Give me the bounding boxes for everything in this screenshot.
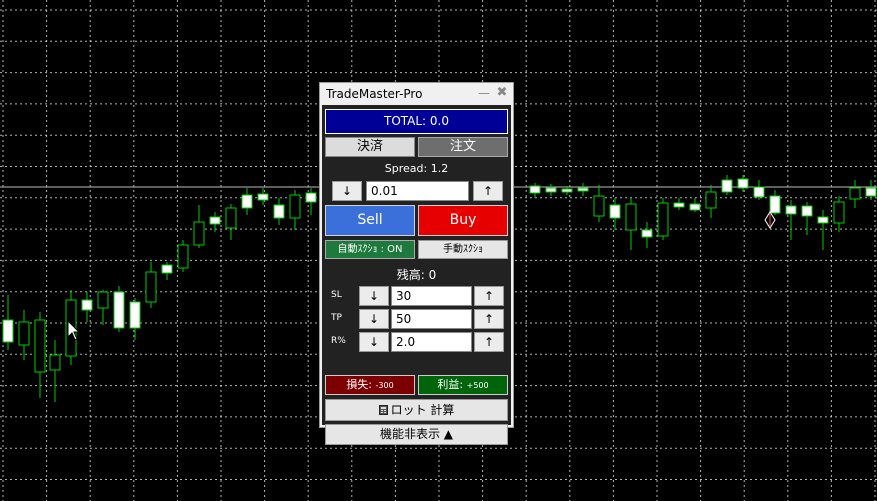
candle-body — [145, 271, 157, 303]
candle-body — [161, 264, 173, 274]
minimize-icon[interactable]: — — [478, 86, 490, 100]
lot-calc-button[interactable]: ロット 計算 — [325, 399, 508, 421]
candle-body — [625, 203, 637, 231]
candle-body — [801, 205, 813, 217]
lot-calc-label: ロット 計算 — [390, 403, 455, 417]
sl-label: SL — [331, 290, 342, 300]
loss-value: -300 — [375, 381, 394, 390]
candle-body — [2, 319, 14, 343]
calculator-icon — [378, 405, 388, 415]
panel-titlebar[interactable]: TradeMaster-Pro — ✖ — [320, 83, 513, 105]
mouse-cursor-icon — [67, 320, 81, 341]
panel-body: TOTAL: 0.0 決済 注文 Spread: 1.2 ↓ 0.01 ↑ Se… — [322, 105, 511, 445]
candle-body — [49, 354, 61, 371]
candle-body — [641, 229, 653, 238]
profit-value: +500 — [466, 381, 489, 390]
risk-decrease-button[interactable]: ↓ — [359, 332, 389, 352]
tab-settle[interactable]: 決済 — [325, 137, 415, 157]
sell-button[interactable]: Sell — [325, 205, 415, 236]
candle-body — [657, 202, 669, 237]
tp-decrease-button[interactable]: ↓ — [359, 309, 389, 329]
sl-decrease-button[interactable]: ↓ — [359, 286, 389, 306]
candle-body — [529, 185, 541, 194]
candle-body — [97, 291, 109, 309]
risk-increase-button[interactable]: ↑ — [474, 332, 504, 352]
candle-body — [737, 178, 749, 189]
sl-increase-button[interactable]: ↑ — [474, 286, 504, 306]
panel-title: TradeMaster-Pro — [326, 87, 423, 101]
hide-features-button[interactable]: 機能非表示 ▲ — [325, 424, 508, 445]
candle-body — [545, 187, 557, 193]
spread-label: Spread: 1.2 — [384, 162, 449, 175]
candle-body — [609, 204, 621, 219]
candle-body — [753, 186, 765, 198]
crosshair-marker — [764, 211, 776, 229]
candle-body — [577, 187, 589, 192]
candle-body — [849, 187, 861, 200]
tp-label: TP — [331, 313, 342, 323]
loss-label: 損失: — [346, 378, 373, 391]
candle-body — [689, 203, 701, 211]
candle-body — [113, 291, 125, 329]
candle-body — [273, 204, 285, 219]
trade-panel: TradeMaster-Pro — ✖ TOTAL: 0.0 決済 注文 Spr… — [319, 82, 514, 445]
lot-decrease-button[interactable]: ↓ — [332, 181, 362, 201]
candle-body — [785, 205, 797, 215]
tp-input[interactable]: 50 — [391, 309, 472, 329]
tp-increase-button[interactable]: ↑ — [474, 309, 504, 329]
profit-label: 利益: — [437, 378, 464, 391]
candle-body — [833, 201, 845, 224]
candle-body — [769, 195, 781, 214]
candle-body — [865, 187, 877, 197]
sl-input[interactable]: 30 — [391, 286, 472, 306]
risk-label: R% — [331, 336, 346, 346]
candle-body — [193, 221, 205, 246]
candle-body — [721, 179, 733, 193]
tab-order[interactable]: 注文 — [418, 137, 508, 157]
risk-input[interactable]: 2.0 — [391, 332, 472, 352]
candle-body — [673, 202, 685, 208]
buy-button[interactable]: Buy — [418, 205, 508, 236]
candle-body — [18, 321, 30, 346]
candle-body — [34, 319, 46, 373]
candle-body — [257, 193, 269, 201]
candle-body — [593, 195, 605, 217]
candle-body — [817, 216, 829, 224]
candle-body — [289, 194, 301, 219]
candle-body — [81, 299, 93, 311]
candle-body — [305, 192, 317, 203]
candle-body — [129, 301, 141, 329]
candle-body — [177, 244, 189, 269]
profit-display: 利益: +500 — [418, 375, 508, 395]
manual-scalp-button[interactable]: 手動ｽｸｼｮ — [418, 240, 508, 259]
candle-body — [241, 194, 253, 209]
lot-increase-button[interactable]: ↑ — [473, 181, 503, 201]
lot-input[interactable]: 0.01 — [366, 181, 469, 201]
candle-body — [209, 216, 221, 225]
balance-label: 残高: 0 — [396, 268, 437, 282]
candle-body — [705, 191, 717, 209]
auto-scalp-button[interactable]: 自動ｽｸｼｮ : ON — [325, 240, 415, 259]
loss-display: 損失: -300 — [325, 375, 415, 395]
candle-body — [561, 188, 573, 193]
candle-body — [225, 207, 237, 229]
close-icon[interactable]: ✖ — [496, 85, 508, 100]
total-button[interactable]: TOTAL: 0.0 — [325, 109, 508, 134]
